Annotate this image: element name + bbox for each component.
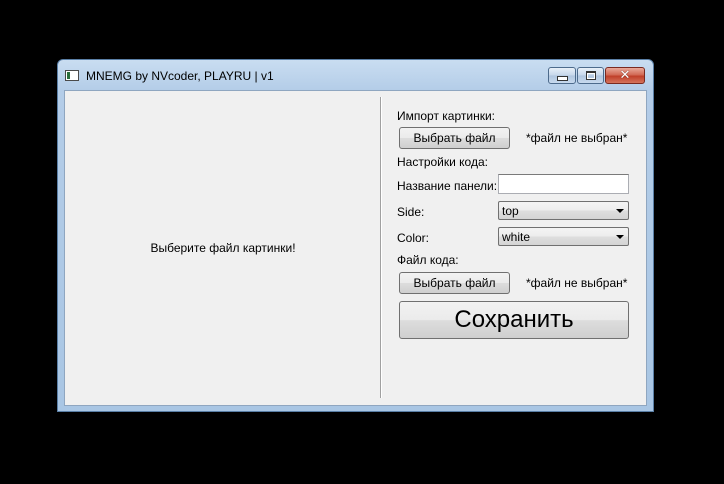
side-select-value: top — [502, 204, 519, 218]
close-button[interactable]: ✕ — [605, 67, 645, 84]
code-choose-file-button-label: Выбрать файл — [413, 276, 496, 290]
color-select[interactable]: white — [498, 227, 629, 246]
chevron-down-icon — [616, 209, 624, 213]
code-file-label: Файл кода: — [397, 253, 459, 267]
panel-name-input[interactable] — [498, 174, 629, 194]
app-window-icon[interactable] — [65, 70, 79, 81]
code-file-status: *файл не выбран* — [526, 276, 628, 290]
side-label: Side: — [397, 205, 425, 219]
panel-name-label: Название панели: — [397, 179, 498, 193]
import-choose-file-button[interactable]: Выбрать файл — [399, 127, 510, 149]
color-select-value: white — [502, 230, 531, 244]
code-choose-file-button[interactable]: Выбрать файл — [399, 272, 510, 294]
image-preview-area: Выберите файл картинки! — [65, 91, 381, 405]
app-window: MNEMG by NVcoder, PLAYRU | v1 ✕ Выберите… — [57, 59, 654, 412]
save-button[interactable]: Сохранить — [399, 301, 629, 339]
minimize-icon — [556, 76, 568, 81]
save-button-label: Сохранить — [454, 306, 574, 333]
side-select[interactable]: top — [498, 201, 629, 220]
preview-placeholder-text: Выберите файл картинки! — [150, 241, 296, 255]
client-area: Выберите файл картинки! Импорт картинки:… — [64, 90, 647, 406]
import-file-status: *файл не выбран* — [526, 131, 628, 145]
vertical-divider — [380, 97, 382, 398]
caption-buttons: ✕ — [547, 67, 645, 84]
maximize-icon — [585, 71, 596, 80]
chevron-down-icon — [616, 235, 624, 239]
close-icon: ✕ — [619, 68, 631, 83]
minimize-button[interactable] — [548, 67, 576, 84]
import-choose-file-button-label: Выбрать файл — [413, 131, 496, 145]
maximize-button[interactable] — [577, 67, 604, 84]
import-image-label: Импорт картинки: — [397, 109, 495, 123]
color-label: Color: — [397, 231, 430, 245]
code-settings-label: Настройки кода: — [397, 155, 488, 169]
title-bar[interactable]: MNEMG by NVcoder, PLAYRU | v1 ✕ — [58, 60, 653, 90]
window-title: MNEMG by NVcoder, PLAYRU | v1 — [86, 69, 274, 83]
